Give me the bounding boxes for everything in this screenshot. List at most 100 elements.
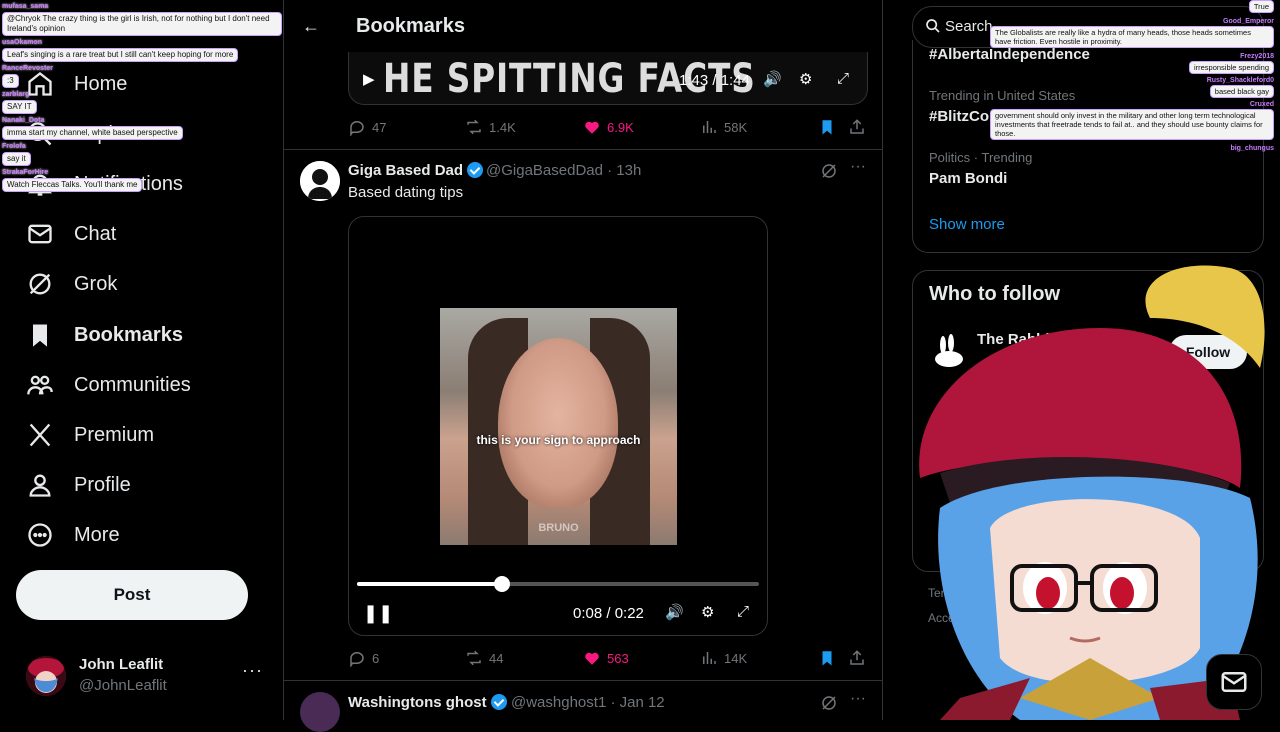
fullscreen-icon[interactable]: ⤢ (837, 70, 849, 87)
chat-user: Frolofa (2, 143, 26, 150)
share-icon (850, 650, 864, 665)
divider (284, 149, 882, 150)
nav-grok[interactable]: Grok (26, 264, 117, 304)
chat-user: RanceRevoster (2, 65, 53, 72)
post2-video[interactable]: this is your sign to approach BRUNO ❚❚ 0… (348, 216, 768, 636)
nav-grok-label: Grok (74, 272, 118, 295)
x-logo-icon (29, 423, 51, 447)
reply-icon (350, 652, 364, 667)
bookmark-filled-icon (822, 120, 832, 135)
post1-video[interactable]: HE SPITTING FACTS ▶ 1:43 / 1:44 🔊 ⚙ ⤢ (348, 52, 868, 105)
chat-message: @Chryok The crazy thing is the girl is I… (2, 12, 282, 36)
search-icon (926, 19, 940, 33)
video-frame: this is your sign to approach BRUNO (440, 308, 677, 545)
post-more-icon[interactable]: ··· (850, 690, 866, 708)
fullscreen-icon[interactable]: ⤢ (737, 603, 749, 620)
volume-icon[interactable]: 🔊 (763, 70, 782, 88)
video-progress-bar[interactable] (357, 576, 759, 592)
video-progress-fill (357, 582, 502, 586)
chat-user: mufasa_sama (2, 3, 49, 10)
bookmark-button[interactable] (818, 649, 842, 667)
bookmark-icon (33, 324, 47, 347)
post3-avatar[interactable] (300, 692, 340, 732)
post2-avatar[interactable] (300, 161, 340, 201)
views-button[interactable]: 58K (700, 118, 747, 136)
repost-icon (467, 119, 481, 135)
chat-message: Watch Fleccas Talks. You'll thank me (2, 178, 143, 192)
vtuber-avatar-overlay (919, 265, 1265, 720)
back-arrow-icon[interactable]: ← (302, 16, 320, 37)
communities-icon (27, 375, 53, 395)
chat-user: Good_Emperor (1223, 18, 1274, 25)
views-icon (703, 652, 716, 664)
messages-button[interactable] (1206, 654, 1262, 710)
share-button[interactable] (848, 118, 872, 136)
pause-icon[interactable]: ❚❚ (363, 603, 393, 624)
nav-premium-label: Premium (74, 423, 155, 446)
show-more-link[interactable]: Show more (929, 216, 1005, 233)
main-timeline: ← Bookmarks HE SPITTING FACTS ▶ 1:43 / 1… (283, 0, 883, 732)
account-name: John Leaflit (79, 656, 164, 673)
play-icon[interactable]: ▶ (363, 70, 375, 88)
reply-count: 47 (372, 119, 387, 135)
verified-badge-icon (490, 694, 507, 710)
video-caption: this is your sign to approach (476, 433, 641, 447)
views-count: 58K (724, 119, 748, 135)
post3-author[interactable]: Washingtons ghost (348, 694, 507, 711)
share-button[interactable] (848, 649, 872, 667)
nav-profile[interactable]: Profile (26, 465, 131, 505)
post2-author[interactable]: Giga Based Dad (348, 162, 484, 179)
account-more-icon[interactable]: ··· (242, 660, 263, 681)
chat-overlay: mufasa_sama @Chryok The crazy thing is t… (2, 2, 282, 192)
account-switcher[interactable]: John Leaflit @JohnLeaflit ··· (26, 652, 266, 702)
reply-button[interactable]: 47 (348, 118, 386, 136)
page-title: Bookmarks (356, 15, 465, 37)
views-icon (703, 121, 716, 133)
like-button[interactable]: 6.9K (583, 118, 634, 136)
trend-title[interactable]: Pam Bondi (929, 170, 1007, 187)
repost-button[interactable]: 44 (465, 649, 503, 667)
nav-premium[interactable]: Premium (26, 415, 154, 455)
reply-icon (350, 121, 364, 136)
video-face-shape (498, 338, 618, 508)
post3-handle-line: @washghost1 · Jan 12 (511, 694, 665, 711)
right-chat-overlay: True Good_Emperor The Globalists are rea… (990, 0, 1274, 153)
like-count: 563 (607, 650, 629, 666)
like-count: 6.9K (607, 119, 634, 135)
heart-icon (585, 652, 599, 665)
chat-message: irresponsible spending (1188, 61, 1274, 74)
bookmark-button[interactable] (818, 118, 842, 136)
mail-icon (28, 224, 52, 244)
nav-more[interactable]: More (26, 515, 120, 555)
video-scrubber-handle[interactable] (493, 576, 510, 592)
volume-icon[interactable]: 🔊 (665, 603, 684, 621)
video-watermark: BRUNO (538, 522, 579, 534)
chat-message: imma start my channel, white based persp… (2, 126, 183, 140)
post-button[interactable]: Post (16, 570, 248, 620)
chat-message: :3 (2, 74, 19, 88)
reply-button[interactable]: 6 (348, 649, 379, 667)
like-button[interactable]: 563 (583, 649, 629, 667)
nav-bookmarks-label: Bookmarks (74, 323, 183, 346)
grok-icon (29, 273, 51, 295)
nav-communities[interactable]: Communities (26, 365, 191, 405)
post2-handle[interactable]: @GigaBasedDad (486, 162, 603, 179)
grok-icon[interactable] (820, 694, 838, 712)
repost-button[interactable]: 1.4K (465, 118, 516, 136)
nav-more-label: More (74, 523, 120, 546)
post-more-icon[interactable]: ··· (850, 158, 866, 176)
settings-icon[interactable]: ⚙ (701, 603, 714, 621)
chat-message: based black gay (1209, 85, 1274, 98)
post2-actions: 6 44 563 14K (348, 649, 868, 671)
chat-message: SAY IT (2, 100, 37, 114)
views-button[interactable]: 14K (700, 649, 747, 667)
repost-icon (467, 650, 481, 666)
nav-bookmarks[interactable]: Bookmarks (26, 315, 183, 355)
avatar (26, 656, 66, 696)
post3-handle[interactable]: @washghost1 (511, 694, 606, 711)
chat-user: Cruxed (1249, 101, 1274, 108)
settings-icon[interactable]: ⚙ (799, 70, 812, 88)
nav-chat[interactable]: Chat (26, 214, 116, 254)
bookmark-filled-icon (822, 651, 832, 666)
grok-icon[interactable] (820, 162, 838, 180)
